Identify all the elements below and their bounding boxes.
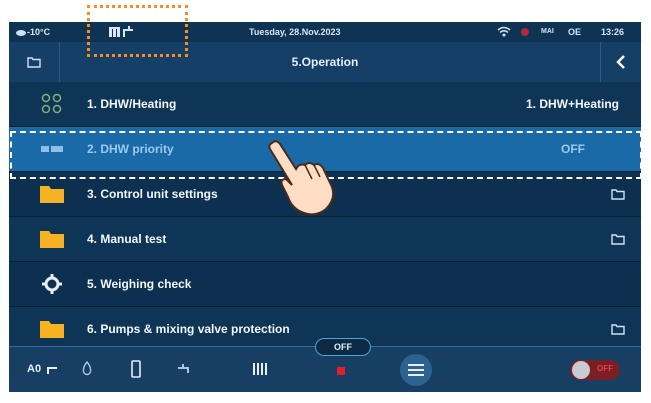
boiler-icon — [131, 360, 141, 378]
toggle-label: OFF — [597, 364, 613, 373]
folder-icon — [40, 231, 64, 248]
radiator-button[interactable] — [243, 347, 277, 392]
signal-label: MAI — [541, 28, 554, 35]
radiator-icon — [253, 363, 267, 375]
stop-icon — [337, 367, 345, 375]
back-button[interactable] — [600, 42, 641, 82]
list-item-weighing-check[interactable]: 5. Weighing check — [9, 262, 641, 307]
submenu-folder-icon — [611, 189, 625, 200]
row-label: 1. DHW/Heating — [87, 97, 177, 111]
outdoor-temperature: -10°C — [27, 27, 51, 37]
mode-dots-icon — [41, 93, 62, 114]
list-item-dhw-heating[interactable]: 1. DHW/Heating 1. DHW+Heating — [9, 82, 641, 127]
row-label: 6. Pumps & mixing valve protection — [87, 322, 290, 336]
page-title: 5.Operation — [291, 55, 359, 69]
tap-icon — [47, 367, 57, 374]
flame-button[interactable] — [73, 347, 103, 392]
flame-icon — [82, 361, 92, 376]
row-label: 4. Manual test — [87, 232, 167, 246]
submenu-folder-icon — [611, 324, 625, 335]
toggle-switch-icon — [570, 360, 620, 380]
system-state-badge: OFF — [315, 338, 371, 356]
signal-icon — [521, 28, 529, 36]
row-label: 3. Control unit settings — [87, 187, 218, 201]
highlight-annotation-box — [87, 5, 188, 57]
weather-cloud-icon — [16, 30, 26, 36]
gear-icon — [42, 274, 62, 294]
menu-folder-button[interactable] — [9, 42, 60, 82]
mode-button[interactable]: A0 — [19, 347, 67, 392]
wifi-icon — [497, 26, 511, 37]
submenu-folder-icon — [611, 234, 625, 245]
chevron-left-icon — [616, 55, 625, 69]
menu-button[interactable] — [395, 347, 437, 392]
hamburger-menu-icon — [400, 354, 432, 386]
settings-list: 1. DHW/Heating 1. DHW+Heating 2. DHW pri… — [9, 82, 641, 352]
current-date: Tuesday, 28.Nov.2023 — [249, 27, 341, 37]
list-item-manual-test[interactable]: 4. Manual test — [9, 217, 641, 262]
row-value: 1. DHW+Heating — [525, 97, 619, 111]
boiler-button[interactable] — [121, 347, 151, 392]
folder-icon — [40, 186, 64, 203]
clock-time: 13:26 — [601, 27, 625, 37]
row-label: 5. Weighing check — [87, 277, 192, 291]
power-toggle[interactable]: OFF — [565, 347, 625, 392]
folder-outline-icon — [27, 57, 41, 68]
pointing-hand-icon — [268, 140, 335, 216]
mode-label: A0 — [27, 363, 42, 375]
folder-icon — [40, 321, 64, 338]
language-indicator: OE — [568, 27, 582, 37]
tap-button[interactable] — [167, 347, 201, 392]
faucet-icon — [178, 364, 189, 373]
